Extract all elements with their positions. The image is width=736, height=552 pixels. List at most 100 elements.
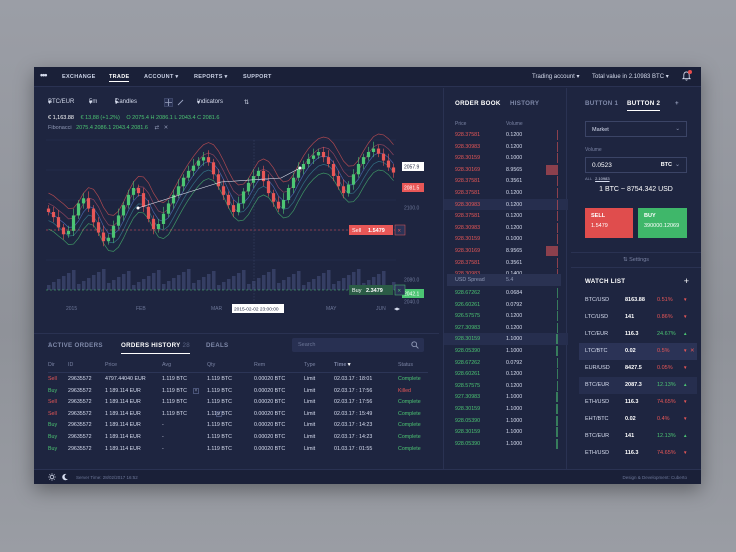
watch-item[interactable]: ETH/USD 116.3 74.65% ▼ — [579, 394, 697, 411]
sun-icon[interactable] — [48, 473, 56, 481]
col-dir[interactable]: Dir — [48, 362, 55, 368]
ask-row[interactable]: 928.37581 0.3561 — [444, 257, 568, 269]
bid-row[interactable]: 928.05390 1.1000 — [444, 438, 568, 450]
watch-item[interactable]: LTC/EUR 116.3 24.67% ▲ — [579, 326, 697, 343]
ask-row[interactable]: 928.30983 0.1200 — [444, 141, 568, 153]
ask-row[interactable]: 928.30159 0.1000 — [444, 152, 568, 164]
bid-row[interactable]: 928.67262 0.0684 — [444, 287, 568, 299]
tab-deals[interactable]: DEALS — [206, 342, 228, 349]
ask-row[interactable]: 928.37581 0.3561 — [444, 175, 568, 187]
nav-exchange[interactable]: EXCHANGE — [62, 74, 96, 80]
table-row[interactable]: Buy 29635572 1 189.114 EUR - 1.119 BTC 0.0002… — [48, 443, 428, 455]
nav-support[interactable]: SUPPORT — [243, 74, 272, 80]
tab-button-1[interactable]: BUTTON 1 — [585, 100, 618, 107]
table-row[interactable]: Buy 29635572 1 189.114 EUR - 1.119 BTC 0.0002… — [48, 419, 428, 431]
bid-row[interactable]: 927.30983 1.1000 — [444, 391, 568, 403]
watch-item[interactable]: EHT/BTC 0.02 0.4% ▼ — [579, 411, 697, 428]
bid-row[interactable]: 928.57575 0.1200 — [444, 380, 568, 392]
trend-point — [136, 206, 140, 210]
bid-row[interactable]: 928.05390 1.1000 — [444, 415, 568, 427]
col-id[interactable]: ID — [68, 362, 73, 368]
nav-trade[interactable]: TRADE — [109, 74, 130, 82]
cancel-order-icon[interactable]: × — [216, 410, 222, 417]
bid-row[interactable]: 928.30159 1.1000 — [444, 333, 568, 345]
tab-order-book[interactable]: ORDER BOOK — [455, 100, 501, 107]
watch-item[interactable]: EUR/USD 8427.5 0.05% ▼ — [579, 360, 697, 377]
settings-button[interactable]: ⇅ Settings — [571, 252, 701, 268]
amount-input[interactable]: 0.0523 BTC ⌄ — [585, 157, 687, 173]
ask-row[interactable]: 928.37581 0.1200 — [444, 210, 568, 222]
price-change: € 13,88 (+1.2%) — [80, 115, 120, 121]
ask-row[interactable]: 928.37581 0.1200 — [444, 129, 568, 141]
ask-row[interactable]: 928.30169 8.9565 — [444, 164, 568, 176]
pair-select[interactable]: BTC/EUR ▾ — [48, 99, 74, 106]
cell-dir: Sell — [48, 410, 57, 417]
search-input[interactable]: Search — [292, 338, 424, 352]
crosshair-tool[interactable] — [164, 98, 173, 107]
col-qty[interactable]: Qty — [207, 362, 215, 368]
watch-item[interactable]: LTC/BTC 0.02 0.5% ▼ ✕ — [579, 343, 697, 360]
order-type-select[interactable]: Market ⌄ — [585, 121, 687, 137]
add-tab-icon[interactable]: + — [675, 100, 679, 107]
ob-volume: 0.1000 — [506, 236, 523, 243]
col-avg[interactable]: Avg — [162, 362, 171, 368]
nav-reports[interactable]: REPORTS ▾ — [194, 74, 228, 80]
buy-button[interactable]: BUY 390000.12069 — [638, 208, 687, 238]
chart-type-select[interactable]: ⫿ Candles ▾ — [115, 99, 137, 106]
col-rem[interactable]: Rem — [254, 362, 265, 368]
col-type[interactable]: Type — [304, 362, 315, 368]
col-status[interactable]: Status — [398, 362, 413, 368]
watch-item[interactable]: BTC/USD 8163.88 0.51% ▼ — [579, 292, 697, 309]
tab-history[interactable]: HISTORY — [510, 100, 539, 107]
close-icon[interactable]: ✕ — [164, 125, 169, 131]
bid-row[interactable]: 928.60261 0.1200 — [444, 368, 568, 380]
add-watch-icon[interactable]: + — [684, 276, 689, 286]
watch-item[interactable]: BTC/EUR 141 12.13% ▲ — [579, 428, 697, 445]
ask-row[interactable]: 928.30169 8.9565 — [444, 245, 568, 257]
watch-item[interactable]: ETH/USD 116.3 74.65% ▼ — [579, 445, 697, 462]
volume-bar — [92, 275, 96, 290]
table-row[interactable]: Sell 29635572 1 189.114 EUR 1.119 BTC 1.119 … — [48, 408, 428, 420]
sort-icon[interactable]: ⇅ — [244, 99, 249, 106]
bid-row[interactable]: 928.30159 1.1000 — [444, 403, 568, 415]
interval-select[interactable]: 5m ▾ — [89, 99, 97, 106]
pencil-icon[interactable] — [177, 99, 184, 106]
table-row[interactable]: Buy 29635572 1 189.114 EUR 1.119 BTC 1.119 B… — [48, 385, 428, 397]
bid-row[interactable]: 926.60261 0.0792 — [444, 299, 568, 311]
trading-account-dropdown[interactable]: Trading account ▾ — [532, 73, 580, 80]
nav-account[interactable]: ACCOUNT ▾ — [144, 74, 179, 80]
candlestick-chart[interactable]: 2057.9 2081.5 2100.0 2080.0 2042.1 2040.0 Sell… — [46, 132, 426, 332]
bid-row[interactable]: 928.05390 1.1000 — [444, 345, 568, 357]
remove-watch-icon[interactable]: ✕ — [690, 348, 695, 354]
tab-button-2[interactable]: BUTTON 2 — [627, 100, 661, 111]
bid-row[interactable]: 928.30159 1.1000 — [444, 426, 568, 438]
swap-icon[interactable]: ⇄ — [154, 125, 159, 131]
watch-item[interactable]: LTC/USD 141 0.86% ▼ — [579, 309, 697, 326]
col-time[interactable]: Time ▾ — [334, 362, 350, 368]
ask-row[interactable]: 928.30983 0.1200 — [444, 222, 568, 234]
col-price[interactable]: Price — [105, 362, 117, 368]
table-row[interactable]: Sell 29635572 1 189.114 EUR 1.119 BTC 1.119 … — [48, 396, 428, 408]
moon-icon[interactable] — [61, 473, 69, 481]
bid-row[interactable]: 928.67262 0.0792 — [444, 357, 568, 369]
currency-chevron-icon[interactable]: ⌄ — [675, 161, 680, 168]
candle-body — [171, 194, 176, 204]
all-balance[interactable]: ALL 2.10983 — [585, 176, 610, 181]
sell-button[interactable]: SELL 1.5479 — [585, 208, 633, 238]
menu-dots-icon[interactable]: ••• — [40, 71, 48, 80]
ask-row[interactable]: 928.30983 0.1200 — [444, 198, 568, 211]
table-row[interactable]: Buy 29635572 1 189.114 EUR - 1.119 BTC 0.0002… — [48, 431, 428, 443]
table-row[interactable]: Sell 29635572 4797.44040 EUR 1.119 BTC 1.119… — [48, 373, 428, 385]
ob-price: 928.30983 — [455, 143, 481, 150]
total-value-dropdown[interactable]: Total value in 2.10983 BTC ▾ — [592, 73, 669, 80]
bid-row[interactable]: 926.57575 0.1200 — [444, 310, 568, 322]
cancel-order-icon[interactable]: × — [193, 387, 199, 394]
tab-orders-history[interactable]: ORDERS HISTORY 28 — [121, 342, 190, 354]
bid-row[interactable]: 927.30983 0.1200 — [444, 322, 568, 334]
buy-tag-value: 2.3479 — [366, 288, 383, 294]
watch-item[interactable]: BTC/EUR 2087.3 12.13% ▲ — [579, 377, 697, 394]
ask-row[interactable]: 928.30159 0.1000 — [444, 233, 568, 245]
ask-row[interactable]: 928.37581 0.1200 — [444, 187, 568, 199]
tab-active-orders[interactable]: ACTIVE ORDERS 2 — [48, 342, 102, 349]
indicators-select[interactable]: Indicators ▾ — [197, 99, 223, 106]
